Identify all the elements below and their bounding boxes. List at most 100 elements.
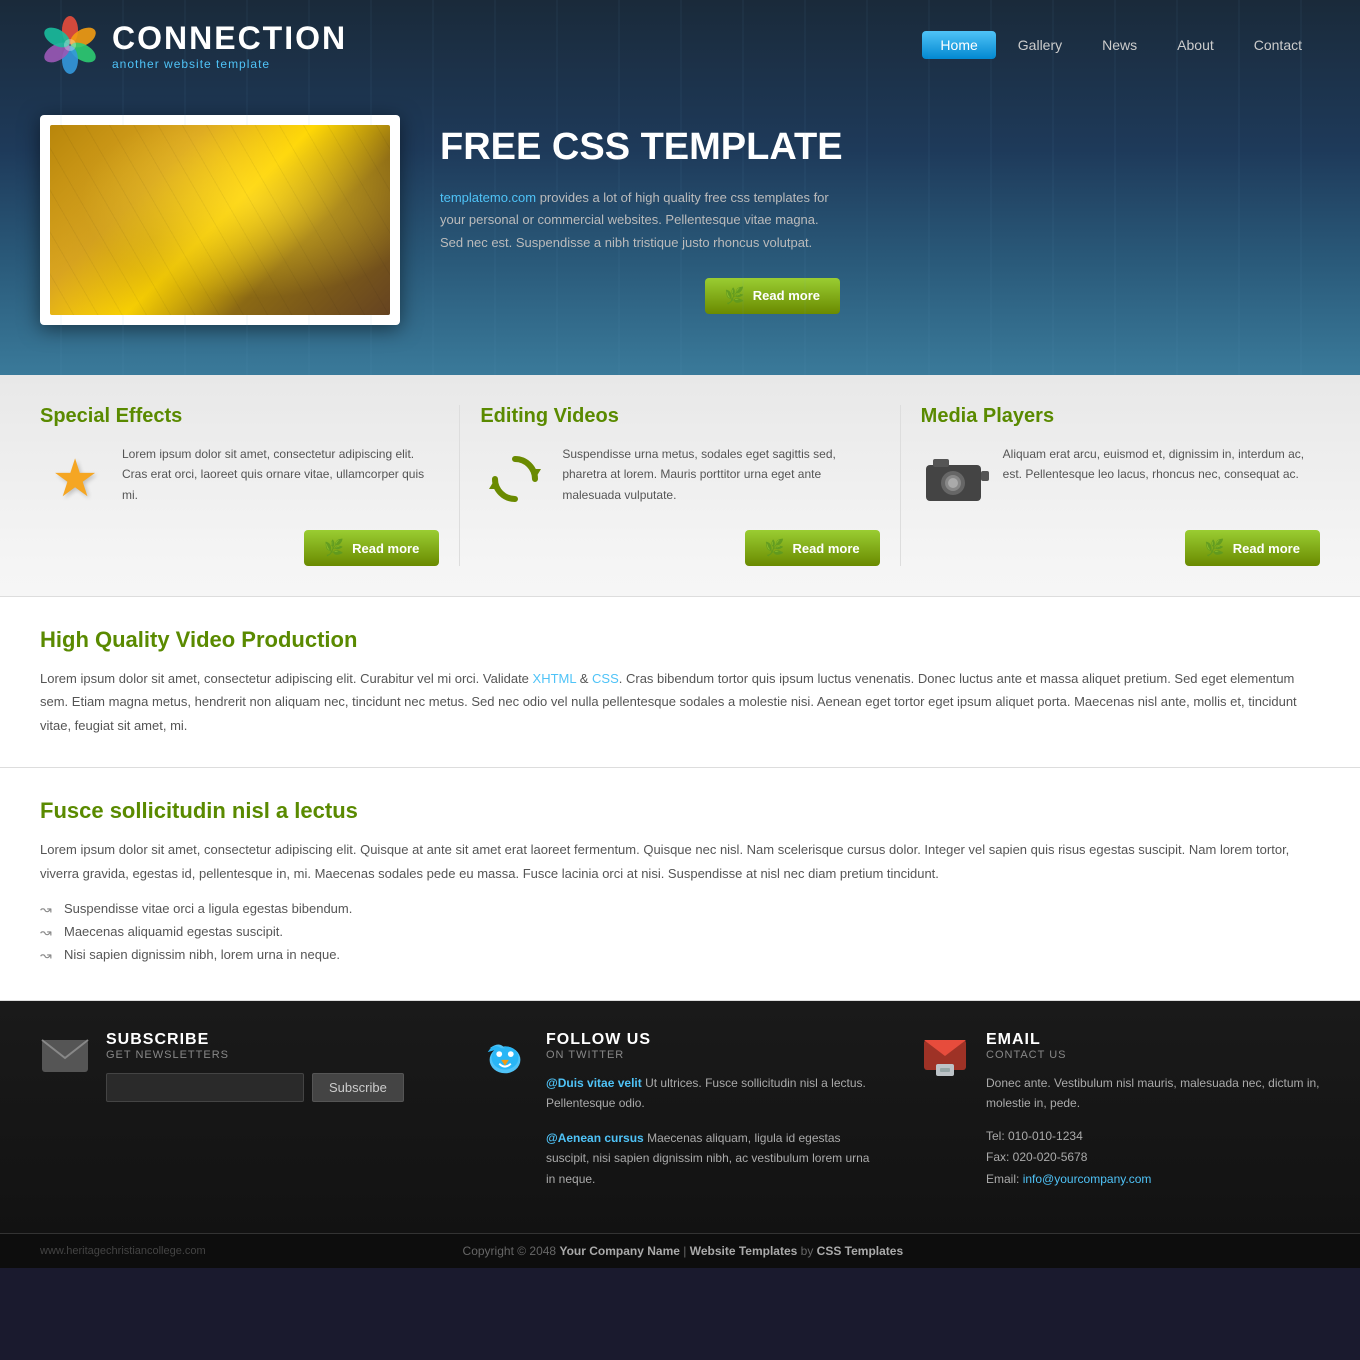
logo-text-area: CONNECTION another website template <box>112 20 347 71</box>
email-icon <box>920 1034 970 1078</box>
feature-title-2: Editing Videos <box>480 405 879 428</box>
logo-area: CONNECTION another website template <box>40 15 347 75</box>
css-templates-link[interactable]: CSS Templates <box>817 1244 903 1258</box>
article2-list: Suspendisse vitae orci a ligula egestas … <box>40 901 1320 962</box>
footer-copyright: Copyright © 2048 Your Company Name | Web… <box>206 1244 1160 1258</box>
article2-text: Lorem ipsum dolor sit amet, consectetur … <box>40 838 1320 885</box>
email-contact: Tel: 010-010-1234 Fax: 020-020-5678 Emai… <box>986 1126 1320 1191</box>
hero-read-more-label: Read more <box>753 288 820 303</box>
feature-btn-wrap-2: 🌿 Read more <box>480 530 879 566</box>
twitter-link-2[interactable]: @Aenean cursus <box>546 1131 644 1145</box>
twitter-link-1[interactable]: @Duis vitae velit <box>546 1076 642 1090</box>
list-item: Nisi sapien dignissim nibh, lorem urna i… <box>40 947 1320 962</box>
feature-readmore-label-2: Read more <box>792 541 859 556</box>
main-content: Special Effects ★ Lorem ipsum dolor sit … <box>0 375 1360 1001</box>
logo-subtitle: another website template <box>112 57 347 71</box>
list-item: Maecenas aliquamid egestas suscipit. <box>40 924 1320 939</box>
header: CONNECTION another website template Home… <box>0 0 1360 375</box>
hero-content: FREE CSS TEMPLATE templatemo.com provide… <box>440 126 1320 313</box>
refresh-icon-wrap <box>480 444 550 514</box>
header-top: CONNECTION another website template Home… <box>0 0 1360 85</box>
email-addr-line: Email: info@yourcompany.com <box>986 1169 1320 1191</box>
footer-email-col: EMAIL CONTACT US Donec ante. Vestibulum … <box>920 1031 1320 1203</box>
feature-editing-videos: Editing Videos Suspendisse urna metus, s… <box>460 405 900 566</box>
feature-readmore-button-3[interactable]: 🌿 Read more <box>1185 530 1320 566</box>
subscribe-title: SUBSCRIBE <box>106 1031 404 1049</box>
readmore-icon-3: 🌿 <box>1205 538 1225 558</box>
follow-title: FOLLOW US <box>546 1031 880 1049</box>
hero-desc-link[interactable]: templatemo.com <box>440 190 536 205</box>
nav-item-about[interactable]: About <box>1159 31 1232 59</box>
email-subtitle: CONTACT US <box>986 1049 1320 1061</box>
feature-body-1: ★ Lorem ipsum dolor sit amet, consectetu… <box>40 444 439 514</box>
email-address-link[interactable]: info@yourcompany.com <box>1023 1172 1152 1186</box>
logo-icon <box>40 15 100 75</box>
company-name-link[interactable]: Your Company Name <box>559 1244 679 1258</box>
readmore-icon-2: 🌿 <box>765 538 785 558</box>
footer-follow-text: FOLLOW US ON TWITTER @Duis vitae velit U… <box>546 1031 880 1203</box>
readmore-icon-1: 🌿 <box>324 538 344 558</box>
hero-read-more-button[interactable]: 🌿 Read more <box>705 278 840 314</box>
feature-readmore-button-2[interactable]: 🌿 Read more <box>745 530 880 566</box>
nav-item-contact[interactable]: Contact <box>1236 31 1320 59</box>
twitter-text-2: @Aenean cursus Maecenas aliquam, ligula … <box>546 1128 880 1189</box>
hero-image <box>50 125 390 315</box>
article-video-production: High Quality Video Production Lorem ipsu… <box>0 597 1360 768</box>
hero-description: templatemo.com provides a lot of high qu… <box>440 187 840 253</box>
article1-link-css[interactable]: CSS <box>592 671 619 686</box>
list-item: Suspendisse vitae orci a ligula egestas … <box>40 901 1320 916</box>
twitter-entry-2: @Aenean cursus Maecenas aliquam, ligula … <box>546 1128 880 1189</box>
twitter-text-1: @Duis vitae velit Ut ultrices. Fusce sol… <box>546 1073 880 1114</box>
footer-follow-inner: FOLLOW US ON TWITTER @Duis vitae velit U… <box>480 1031 880 1203</box>
hero-read-more-wrap: 🌿 Read more <box>440 278 840 314</box>
feature-title-1: Special Effects <box>40 405 439 428</box>
hero-desc-text: provides a lot of high quality free css … <box>440 190 829 249</box>
camera-icon <box>921 451 991 507</box>
footer: SUBSCRIBE GET NEWSLETTERS Subscribe <box>0 1001 1360 1268</box>
article-fusce: Fusce sollicitudin nisl a lectus Lorem i… <box>0 768 1360 1001</box>
footer-bottom: www.heritagechristiancollege.com Copyrig… <box>0 1234 1360 1268</box>
footer-email-text: EMAIL CONTACT US Donec ante. Vestibulum … <box>986 1031 1320 1191</box>
logo-title: CONNECTION <box>112 20 347 57</box>
follow-subtitle: ON TWITTER <box>546 1049 880 1061</box>
footer-top: SUBSCRIBE GET NEWSLETTERS Subscribe <box>0 1001 1360 1234</box>
camera-icon-wrap <box>921 444 991 514</box>
subscribe-input[interactable] <box>106 1073 304 1102</box>
article2-title: Fusce sollicitudin nisl a lectus <box>40 798 1320 824</box>
email-icon-wrap <box>920 1031 970 1081</box>
feature-readmore-button-1[interactable]: 🌿 Read more <box>304 530 439 566</box>
refresh-icon <box>487 451 543 507</box>
article1-title: High Quality Video Production <box>40 627 1320 653</box>
feature-readmore-label-1: Read more <box>352 541 419 556</box>
nav-item-news[interactable]: News <box>1084 31 1155 59</box>
footer-subscribe-inner: SUBSCRIBE GET NEWSLETTERS Subscribe <box>40 1031 440 1102</box>
feature-btn-wrap-3: 🌿 Read more <box>921 530 1320 566</box>
hero-title: FREE CSS TEMPLATE <box>440 126 1320 169</box>
feature-text-2: Suspendisse urna metus, sodales eget sag… <box>562 444 879 514</box>
subscribe-button[interactable]: Subscribe <box>312 1073 404 1102</box>
separator2: by <box>797 1244 816 1258</box>
feature-text-1: Lorem ipsum dolor sit amet, consectetur … <box>122 444 439 514</box>
article1-link-xhtml[interactable]: XHTML <box>533 671 577 686</box>
email-label: Email: <box>986 1172 1023 1186</box>
footer-subscribe-col: SUBSCRIBE GET NEWSLETTERS Subscribe <box>40 1031 440 1203</box>
email-desc: Donec ante. Vestibulum nisl mauris, male… <box>986 1073 1320 1114</box>
star-icon-wrap: ★ <box>40 444 110 514</box>
twitter-entry-1: @Duis vitae velit Ut ultrices. Fusce sol… <box>546 1073 880 1114</box>
hero-image-wrap <box>40 115 400 325</box>
footer-website: www.heritagechristiancollege.com <box>40 1245 206 1257</box>
email-title: EMAIL <box>986 1031 1320 1049</box>
mail-icon-wrap <box>40 1031 90 1081</box>
feature-body-3: Aliquam erat arcu, euismod et, dignissim… <box>921 444 1320 514</box>
feature-body-2: Suspendisse urna metus, sodales eget sag… <box>480 444 879 514</box>
twitter-icon <box>480 1030 530 1082</box>
website-templates-link[interactable]: Website Templates <box>690 1244 798 1258</box>
star-icon: ★ <box>52 449 99 509</box>
feature-text-3: Aliquam erat arcu, euismod et, dignissim… <box>1003 444 1320 514</box>
feature-readmore-label-3: Read more <box>1233 541 1300 556</box>
footer-subscribe-text: SUBSCRIBE GET NEWSLETTERS Subscribe <box>106 1031 404 1102</box>
nav-item-gallery[interactable]: Gallery <box>1000 31 1080 59</box>
nav-item-home[interactable]: Home <box>922 31 995 59</box>
copyright-text: Copyright © 2048 <box>463 1244 560 1258</box>
article1-text-before: Lorem ipsum dolor sit amet, consectetur … <box>40 671 533 686</box>
